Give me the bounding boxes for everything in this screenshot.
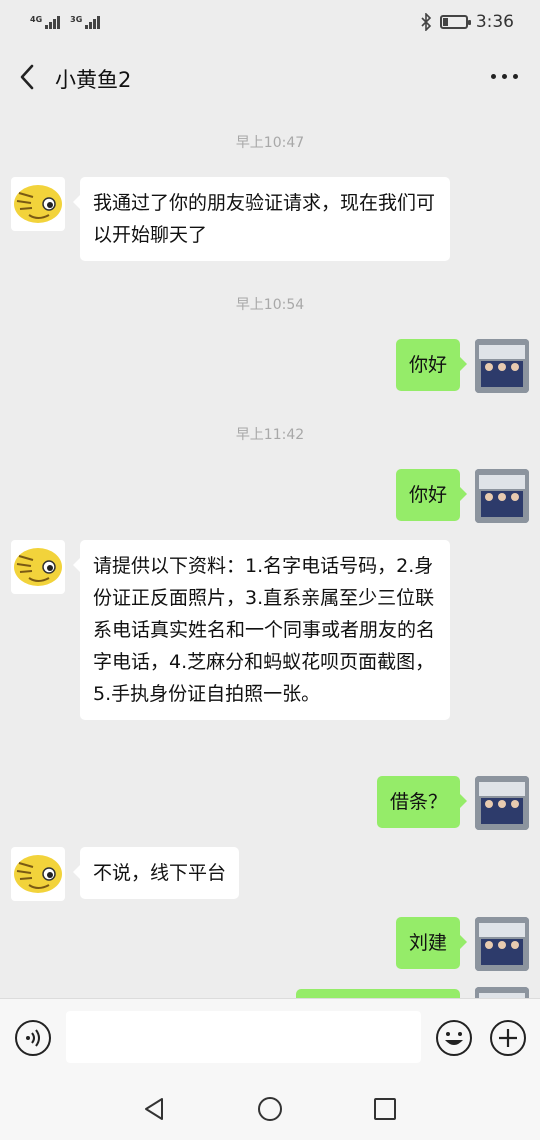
back-icon[interactable] [16, 62, 40, 92]
photo-avatar-icon [475, 339, 529, 393]
chat-header: 小黄鱼2 [0, 44, 540, 110]
timestamp: 早上10:47 [235, 135, 305, 151]
photo-avatar-icon [475, 776, 529, 830]
message-received[interactable]: 请提供以下资料：1.名字电话号码，2.身份证正反面照片，3.直系亲属至少三位联系… [73, 540, 450, 720]
emoji-icon[interactable] [435, 1019, 473, 1057]
status-bar: 4G 3G 3:36 [0, 0, 540, 44]
message-sent[interactable]: 你好 [395, 469, 468, 521]
fish-avatar-icon [14, 185, 62, 223]
system-nav-bar [0, 1078, 540, 1140]
contact-avatar[interactable] [11, 540, 65, 594]
user-avatar[interactable] [475, 987, 529, 998]
message-sent[interactable]: 刘建 [395, 917, 468, 969]
more-icon[interactable] [491, 74, 518, 79]
voice-icon[interactable] [14, 1019, 52, 1057]
back-triangle-icon[interactable] [140, 1094, 170, 1124]
signal-2-icon: 3G [70, 15, 101, 29]
battery-icon [439, 15, 471, 29]
home-circle-icon[interactable] [255, 1094, 285, 1124]
message-sent[interactable]: 借条？ [376, 776, 468, 828]
contact-avatar[interactable] [11, 177, 65, 231]
user-avatar[interactable] [475, 776, 529, 830]
signal-1-icon: 4G [30, 15, 61, 29]
timestamp: 早上10:54 [235, 297, 305, 313]
message-sent-partial[interactable] [296, 989, 460, 998]
photo-avatar-icon [475, 469, 529, 523]
photo-avatar-icon [475, 987, 529, 998]
timestamp: 早上11:42 [235, 427, 305, 443]
user-avatar[interactable] [475, 917, 529, 971]
contact-avatar[interactable] [11, 847, 65, 901]
input-bar [0, 998, 540, 1078]
clock: 3:36 [475, 12, 514, 32]
chat-title: 小黄鱼2 [55, 68, 132, 92]
message-received[interactable]: 不说，线下平台 [72, 847, 240, 899]
plus-icon[interactable] [489, 1019, 527, 1057]
recents-square-icon[interactable] [370, 1094, 400, 1124]
message-received[interactable]: 我通过了你的朋友验证请求，现在我们可以开始聊天了 [73, 177, 450, 261]
photo-avatar-icon [475, 917, 529, 971]
message-sent[interactable]: 你好 [395, 339, 468, 391]
user-avatar[interactable] [475, 469, 529, 523]
fish-avatar-icon [14, 855, 62, 893]
chat-area[interactable]: 早上10:47 我通过了你的朋友验证请求，现在我们可以开始聊天了 早上10:54… [0, 110, 540, 998]
user-avatar[interactable] [475, 339, 529, 393]
bluetooth-icon [421, 13, 431, 31]
signal-indicators: 4G 3G [30, 15, 110, 29]
message-input[interactable] [66, 1011, 421, 1063]
fish-avatar-icon [14, 548, 62, 586]
